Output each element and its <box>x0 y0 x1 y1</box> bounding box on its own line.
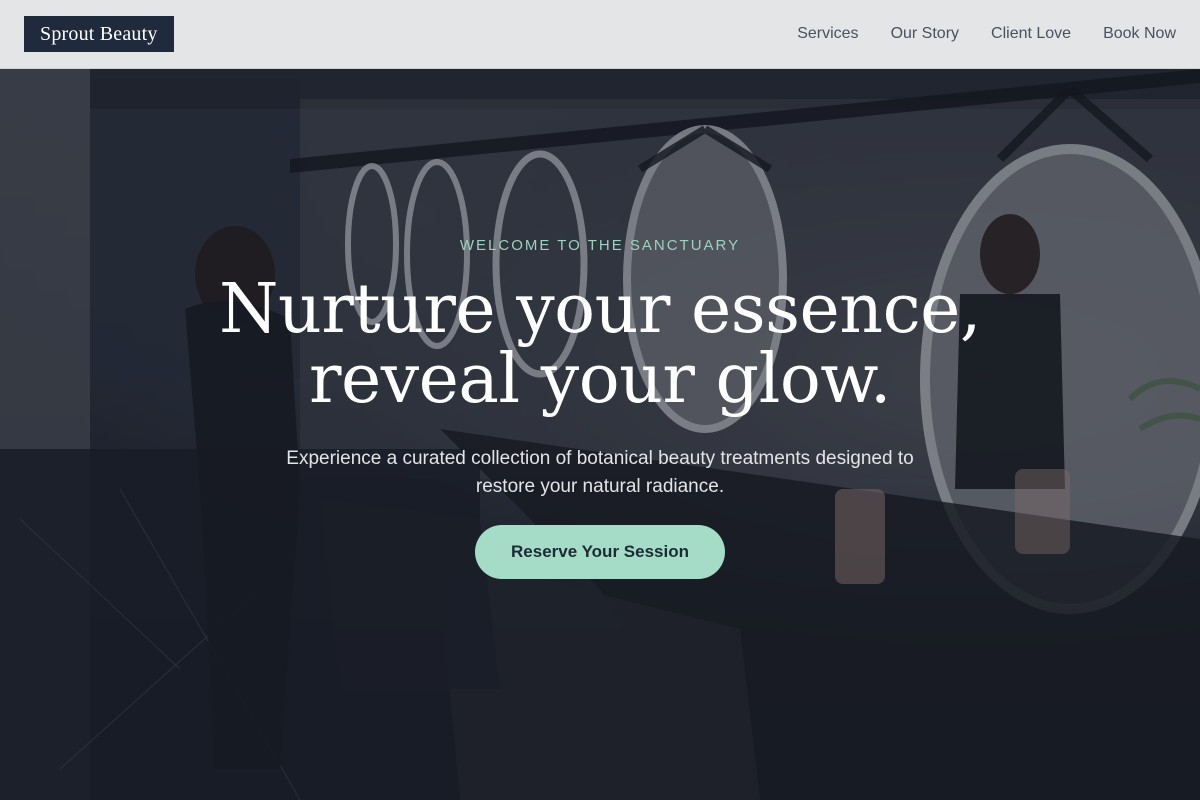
nav-link-client-love[interactable]: Client Love <box>991 25 1071 43</box>
nav-link-services[interactable]: Services <box>797 25 858 43</box>
hero-dark-overlay <box>0 69 1200 800</box>
hero-headline-line2: reveal your glow. <box>308 340 892 419</box>
brand-logo[interactable]: Sprout Beauty <box>24 16 174 52</box>
nav-link-our-story[interactable]: Our Story <box>891 25 959 43</box>
hero-subtext: Experience a curated collection of botan… <box>286 448 914 497</box>
hero-headline: Nurture your essence, reveal your glow. <box>100 275 1100 415</box>
nav-link-book-now[interactable]: Book Now <box>1103 25 1176 43</box>
hero-section: WELCOME TO THE SANCTUARY Nurture your es… <box>0 69 1200 800</box>
reserve-session-button[interactable]: Reserve Your Session <box>475 525 725 579</box>
site-header: Sprout Beauty Services Our Story Client … <box>0 0 1200 69</box>
hero-headline-line1: Nurture your essence, <box>218 270 982 349</box>
main-nav: Services Our Story Client Love Book Now <box>765 25 1176 43</box>
hero-eyebrow: WELCOME TO THE SANCTUARY <box>459 237 741 254</box>
